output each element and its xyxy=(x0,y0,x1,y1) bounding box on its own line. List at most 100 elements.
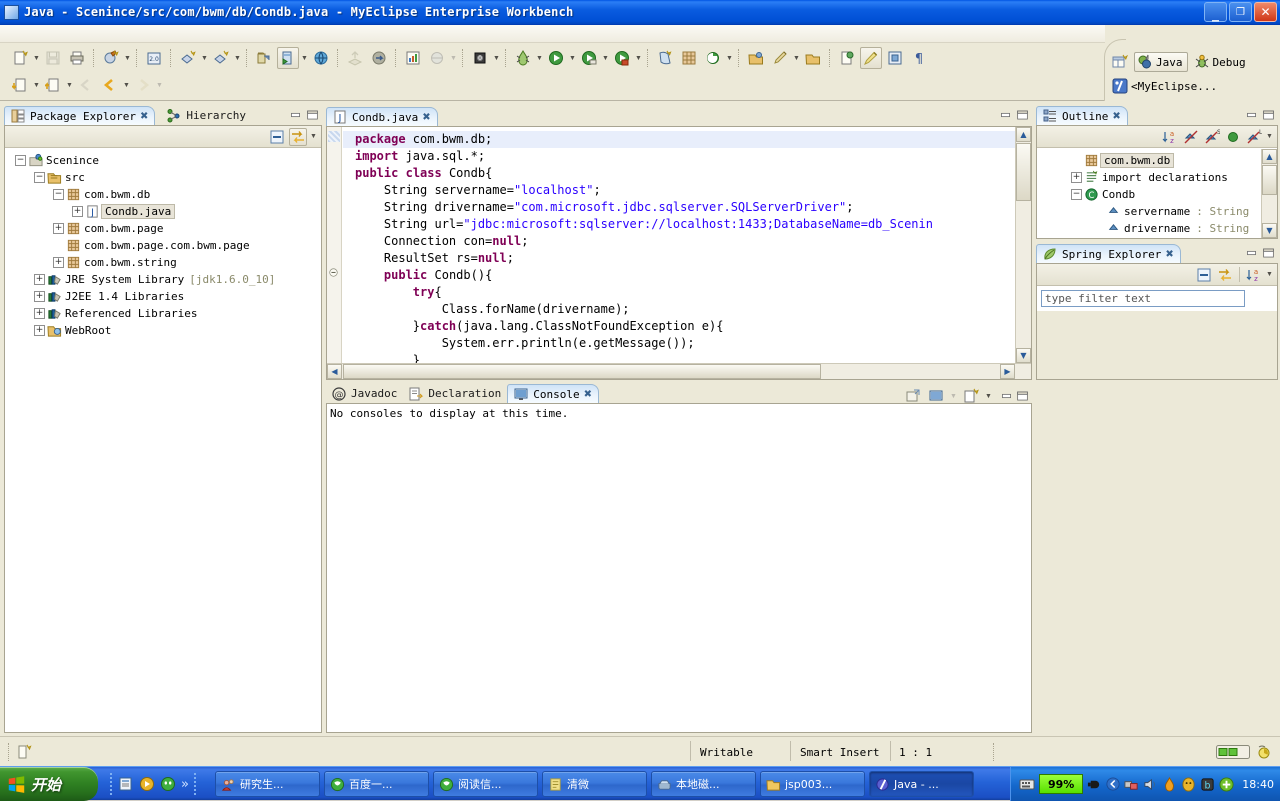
package-explorer-tree[interactable]: − Scenince − src − com.bwm.db + J Condb.java + com… xyxy=(5,149,321,732)
tab-javadoc[interactable]: @ Javadoc xyxy=(326,384,403,403)
run-history-dropdown-arrow[interactable]: ▼ xyxy=(601,47,610,69)
tree-row[interactable]: − C Condb xyxy=(1037,186,1261,203)
expand-toggle-icon[interactable]: + xyxy=(53,257,64,268)
expand-toggle-icon[interactable]: + xyxy=(72,206,83,217)
close-icon[interactable]: ✖ xyxy=(1165,249,1173,260)
maximize-icon[interactable] xyxy=(1262,246,1275,259)
new-wizard-dropdown-arrow[interactable]: ▼ xyxy=(32,47,41,69)
tree-row[interactable]: drivername: String xyxy=(1037,220,1261,237)
minimize-icon[interactable] xyxy=(1245,108,1258,121)
minimize-icon[interactable] xyxy=(1000,390,1013,403)
minimize-icon[interactable] xyxy=(999,108,1012,121)
heap-status-indicator[interactable] xyxy=(1216,743,1250,761)
taskbar-button[interactable]: 清微 xyxy=(542,771,647,797)
minimize-icon[interactable] xyxy=(1245,246,1258,259)
network-icon[interactable] xyxy=(1124,777,1139,792)
outline-tree[interactable]: com.bwm.db + import declarations − C Condb ser… xyxy=(1037,149,1261,238)
next-annotation-dropdown-arrow[interactable]: ▼ xyxy=(65,74,74,96)
taskbar-button[interactable]: 阅读信... xyxy=(433,771,538,797)
minimize-button[interactable]: _ xyxy=(1204,2,1227,22)
maximize-icon[interactable] xyxy=(1016,390,1029,403)
open-browser-button[interactable] xyxy=(310,47,332,69)
tree-row[interactable]: + com.bwm.string xyxy=(5,254,321,271)
tree-row[interactable]: + J2EE 1.4 Libraries xyxy=(5,288,321,305)
open-resource-button[interactable] xyxy=(745,47,767,69)
outline-vertical-scrollbar[interactable]: ▲ ▼ xyxy=(1261,149,1277,238)
tree-row[interactable]: − Scenince xyxy=(5,152,321,169)
taskbar-button[interactable]: 百度一... xyxy=(324,771,429,797)
tab-hierarchy[interactable]: Hierarchy xyxy=(161,106,252,125)
scroll-down-button[interactable]: ▼ xyxy=(1016,348,1031,363)
maximize-icon[interactable] xyxy=(306,108,319,121)
expand-toggle-icon[interactable]: + xyxy=(34,291,45,302)
forward-button[interactable] xyxy=(132,74,154,96)
view-menu-button[interactable]: ▼ xyxy=(1265,126,1274,148)
sort-button[interactable]: a z xyxy=(1245,266,1263,284)
tree-row[interactable]: + com.bwm.page xyxy=(5,220,321,237)
expand-toggle-icon[interactable]: + xyxy=(34,325,45,336)
maximize-icon[interactable] xyxy=(1262,108,1275,121)
editor-vertical-scrollbar[interactable]: ▲ ▼ xyxy=(1015,127,1031,363)
expand-toggle-icon[interactable]: + xyxy=(53,223,64,234)
spring-filter-input[interactable]: type filter text xyxy=(1041,290,1245,307)
tab-declaration[interactable]: Declaration xyxy=(403,384,507,403)
perspective-debug[interactable]: Debug xyxy=(1191,52,1251,72)
toggle-block-select-button[interactable] xyxy=(884,47,906,69)
new-java-class-button[interactable] xyxy=(210,47,232,69)
tab-package-explorer[interactable]: Package Explorer ✖ xyxy=(4,106,156,125)
run-server-button[interactable] xyxy=(277,47,299,69)
collapse-toggle-icon[interactable]: − xyxy=(34,172,45,183)
hide-non-public-button[interactable] xyxy=(1224,128,1242,146)
sort-button[interactable]: a z xyxy=(1161,128,1179,146)
new-struts-dropdown-arrow[interactable]: ▼ xyxy=(725,47,734,69)
search-button[interactable] xyxy=(769,47,791,69)
scroll-down-button[interactable]: ▼ xyxy=(1262,223,1277,238)
scroll-left-button[interactable]: ◀ xyxy=(327,364,342,379)
qq-icon[interactable] xyxy=(1181,776,1196,792)
expand-toggle-icon[interactable]: + xyxy=(34,274,45,285)
scroll-up-button[interactable]: ▲ xyxy=(1016,127,1031,142)
run-external-button[interactable] xyxy=(611,47,633,69)
editor-horizontal-scrollbar[interactable]: ◀ ▶ xyxy=(327,363,1031,379)
tree-row[interactable]: servername: String xyxy=(1037,203,1261,220)
taskbar-button[interactable]: Java - ... xyxy=(869,771,974,797)
quicklaunch-grip[interactable] xyxy=(110,773,113,795)
database-explorer-button[interactable]: 0 xyxy=(469,47,491,69)
expand-toggle-icon[interactable]: + xyxy=(34,308,45,319)
open-perspective-button[interactable] xyxy=(1109,52,1131,72)
deploy-myeclipse-button[interactable] xyxy=(253,47,275,69)
keyboard-ime-icon[interactable] xyxy=(1019,776,1035,792)
collapse-toggle-icon[interactable]: − xyxy=(53,189,64,200)
battery-gauge[interactable]: 99% xyxy=(1038,774,1084,794)
build-all-button[interactable] xyxy=(100,47,122,69)
previous-annotation-button[interactable] xyxy=(9,74,31,96)
back-dropdown-arrow[interactable]: ▼ xyxy=(122,74,131,96)
tree-row[interactable]: + J Condb.java xyxy=(5,203,321,220)
run-history-button[interactable] xyxy=(578,47,600,69)
hide-static-button[interactable]: S xyxy=(1203,128,1221,146)
tab-outline[interactable]: Outline ✖ xyxy=(1036,106,1128,125)
back-button[interactable] xyxy=(99,74,121,96)
msn-icon[interactable] xyxy=(160,776,176,792)
debug-dropdown-arrow[interactable]: ▼ xyxy=(535,47,544,69)
new-struts-button[interactable] xyxy=(702,47,724,69)
fold-collapse-icon[interactable] xyxy=(328,267,340,278)
collapse-toggle-icon[interactable]: − xyxy=(1071,189,1082,200)
tab-condb-java[interactable]: J Condb.java ✖ xyxy=(326,107,438,126)
hide-local-types-button[interactable]: L xyxy=(1245,128,1263,146)
close-icon[interactable]: ✖ xyxy=(140,111,148,122)
open-type-button[interactable]: 2.0 xyxy=(143,47,165,69)
volume-icon[interactable] xyxy=(1143,777,1158,792)
taskbar-button[interactable]: 研究生... xyxy=(215,771,320,797)
close-icon[interactable]: ✖ xyxy=(422,112,430,123)
next-annotation-button[interactable] xyxy=(42,74,64,96)
collapse-all-button[interactable] xyxy=(1195,266,1213,284)
new-java-package-button[interactable] xyxy=(177,47,199,69)
previous-annotation-dropdown-arrow[interactable]: ▼ xyxy=(32,74,41,96)
scroll-up-button[interactable]: ▲ xyxy=(1262,149,1277,164)
link-with-editor-button[interactable] xyxy=(289,127,307,146)
toggle-highlight-button[interactable] xyxy=(860,47,882,69)
minimize-icon[interactable] xyxy=(289,108,302,121)
tree-row[interactable]: + import declarations xyxy=(1037,169,1261,186)
open-report-button[interactable] xyxy=(402,47,424,69)
